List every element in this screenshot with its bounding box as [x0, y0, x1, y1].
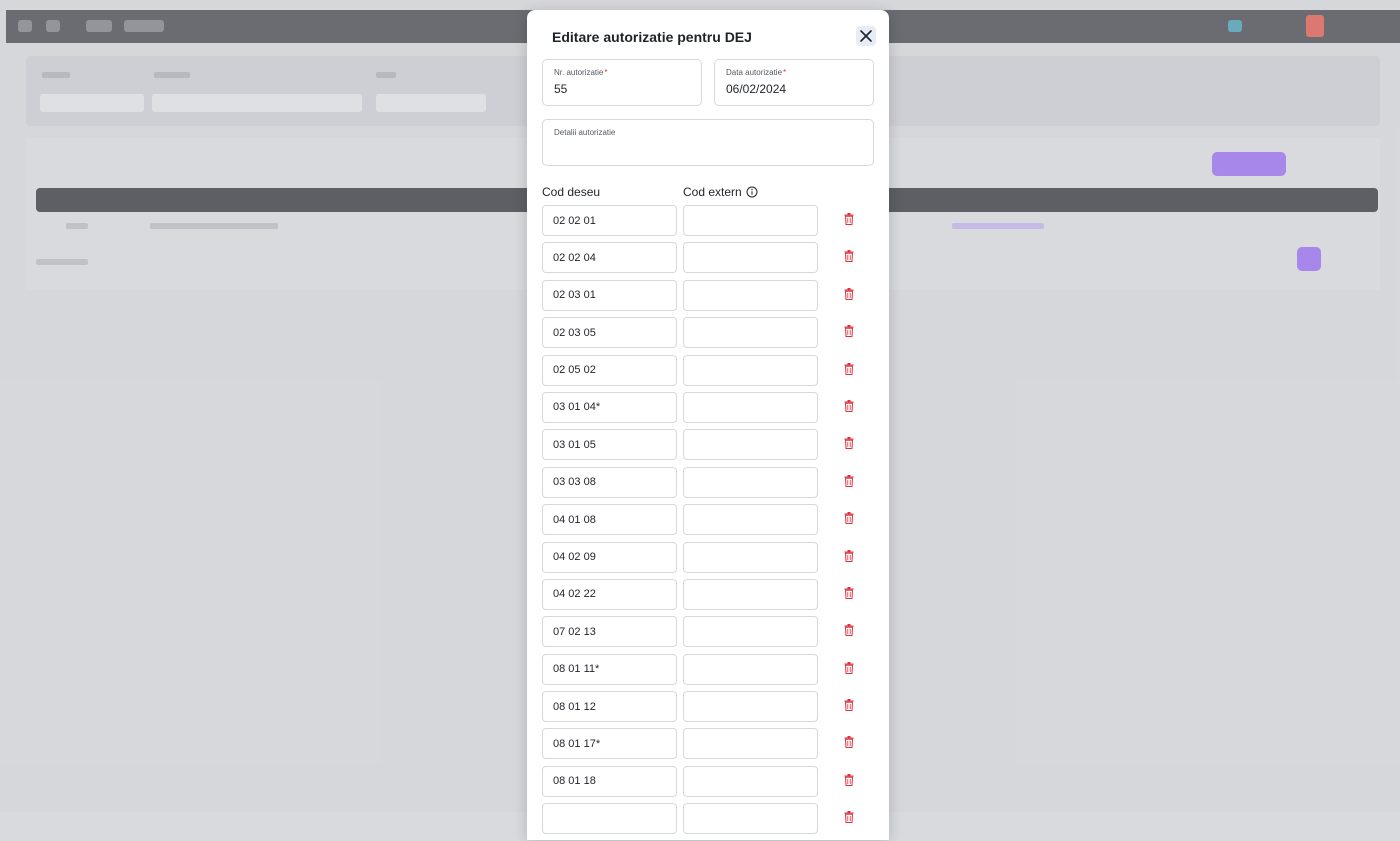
- trash-icon[interactable]: [844, 287, 854, 300]
- waste-code-row: [542, 803, 882, 840]
- cod-extern-input[interactable]: [683, 205, 818, 236]
- cod-deseu-input[interactable]: 08 01 12: [542, 691, 677, 723]
- detalii-autorizatie-label: Detalii autorizatie: [554, 128, 616, 137]
- waste-code-row: 02 03 01: [542, 279, 882, 317]
- cod-deseu-input[interactable]: 02 02 01: [542, 205, 677, 236]
- trash-icon[interactable]: [844, 586, 854, 599]
- cod-extern-input[interactable]: [683, 279, 818, 311]
- cod-extern-input[interactable]: [683, 803, 818, 835]
- close-icon: [860, 30, 872, 42]
- cod-extern-input[interactable]: [683, 616, 818, 648]
- edit-authorization-modal: Editare autorizatie pentru DEJ Nr. autor…: [527, 10, 889, 840]
- waste-code-row: 03 01 05: [542, 429, 882, 466]
- waste-code-row: 02 02 04: [542, 242, 882, 279]
- trash-icon[interactable]: [844, 811, 854, 824]
- trash-icon[interactable]: [844, 773, 854, 786]
- waste-code-row: 08 01 12: [542, 691, 882, 728]
- cod-deseu-input[interactable]: 03 01 05: [542, 429, 677, 461]
- waste-code-row: 02 03 05: [542, 317, 882, 354]
- data-autorizatie-field[interactable]: Data autorizatie* 06/02/2024: [714, 59, 874, 106]
- cod-deseu-input[interactable]: 04 02 09: [542, 541, 677, 573]
- cod-deseu-input[interactable]: 07 02 13: [542, 616, 677, 648]
- waste-code-list: 02 02 01 02 02 04 02 03 01 02 03 05 02 05 02…: [542, 205, 882, 841]
- waste-code-row: 02 02 01: [542, 205, 882, 242]
- cod-extern-input[interactable]: [683, 242, 818, 274]
- trash-icon[interactable]: [844, 213, 854, 225]
- cod-extern-input[interactable]: [683, 653, 818, 685]
- waste-code-row: 03 01 04*: [542, 391, 882, 429]
- waste-code-row: 08 01 18: [542, 765, 882, 803]
- cod-extern-input[interactable]: [683, 504, 818, 536]
- cod-extern-input[interactable]: [683, 765, 818, 797]
- cod-deseu-input[interactable]: 08 01 18: [542, 765, 677, 797]
- cod-extern-input[interactable]: [683, 691, 818, 723]
- nr-autorizatie-label: Nr. autorizatie*: [554, 68, 608, 77]
- waste-code-row: 08 01 11*: [542, 653, 882, 691]
- trash-icon[interactable]: [844, 699, 854, 712]
- trash-icon[interactable]: [844, 250, 854, 263]
- nr-autorizatie-value: 55: [554, 82, 568, 96]
- waste-code-row: 08 01 17*: [542, 728, 882, 765]
- waste-code-row: 04 02 22: [542, 578, 882, 616]
- cod-deseu-input[interactable]: 02 05 02: [542, 354, 677, 386]
- cod-deseu-input[interactable]: 02 03 01: [542, 279, 677, 311]
- column-header-cod-deseu: Cod deseu: [542, 185, 601, 199]
- modal-title: Editare autorizatie pentru DEJ: [552, 29, 752, 45]
- column-header-cod-extern: Cod extern: [683, 185, 758, 199]
- cod-extern-input[interactable]: [683, 728, 818, 760]
- nr-autorizatie-field[interactable]: Nr. autorizatie* 55: [542, 59, 702, 106]
- trash-icon[interactable]: [844, 549, 854, 562]
- cod-extern-input[interactable]: [683, 429, 818, 461]
- cod-deseu-input[interactable]: 02 02 04: [542, 242, 677, 274]
- trash-icon[interactable]: [844, 512, 854, 525]
- cod-deseu-input[interactable]: 04 01 08: [542, 504, 677, 536]
- cod-deseu-input[interactable]: 03 01 04*: [542, 391, 677, 423]
- trash-icon[interactable]: [844, 437, 854, 450]
- cod-deseu-input[interactable]: 04 02 22: [542, 578, 677, 610]
- waste-code-row: 04 02 09: [542, 541, 882, 579]
- waste-code-row: 04 01 08: [542, 504, 882, 541]
- detalii-autorizatie-field[interactable]: Detalii autorizatie: [542, 119, 874, 166]
- trash-icon[interactable]: [844, 362, 854, 375]
- cod-deseu-input[interactable]: 08 01 17*: [542, 728, 677, 760]
- data-autorizatie-label: Data autorizatie*: [726, 68, 787, 77]
- cod-extern-input[interactable]: [683, 466, 818, 498]
- cod-deseu-input[interactable]: 03 03 08: [542, 466, 677, 498]
- info-icon[interactable]: [746, 186, 758, 198]
- trash-icon[interactable]: [844, 325, 854, 338]
- cod-extern-input[interactable]: [683, 391, 818, 423]
- cod-deseu-input[interactable]: 02 03 05: [542, 317, 677, 349]
- waste-code-row: 03 03 08: [542, 466, 882, 504]
- trash-icon[interactable]: [844, 661, 854, 674]
- trash-icon[interactable]: [844, 399, 854, 412]
- trash-icon[interactable]: [844, 624, 854, 637]
- trash-icon[interactable]: [844, 474, 854, 487]
- close-button[interactable]: [856, 26, 876, 46]
- waste-code-row: 07 02 13: [542, 616, 882, 653]
- cod-extern-input[interactable]: [683, 354, 818, 386]
- trash-icon[interactable]: [844, 736, 854, 749]
- cod-extern-input[interactable]: [683, 317, 818, 349]
- cod-deseu-input[interactable]: 08 01 11*: [542, 653, 677, 685]
- cod-extern-input[interactable]: [683, 578, 818, 610]
- cod-deseu-input[interactable]: [542, 803, 677, 835]
- cod-extern-input[interactable]: [683, 541, 818, 573]
- waste-code-row: 02 05 02: [542, 354, 882, 392]
- data-autorizatie-value: 06/02/2024: [726, 82, 787, 96]
